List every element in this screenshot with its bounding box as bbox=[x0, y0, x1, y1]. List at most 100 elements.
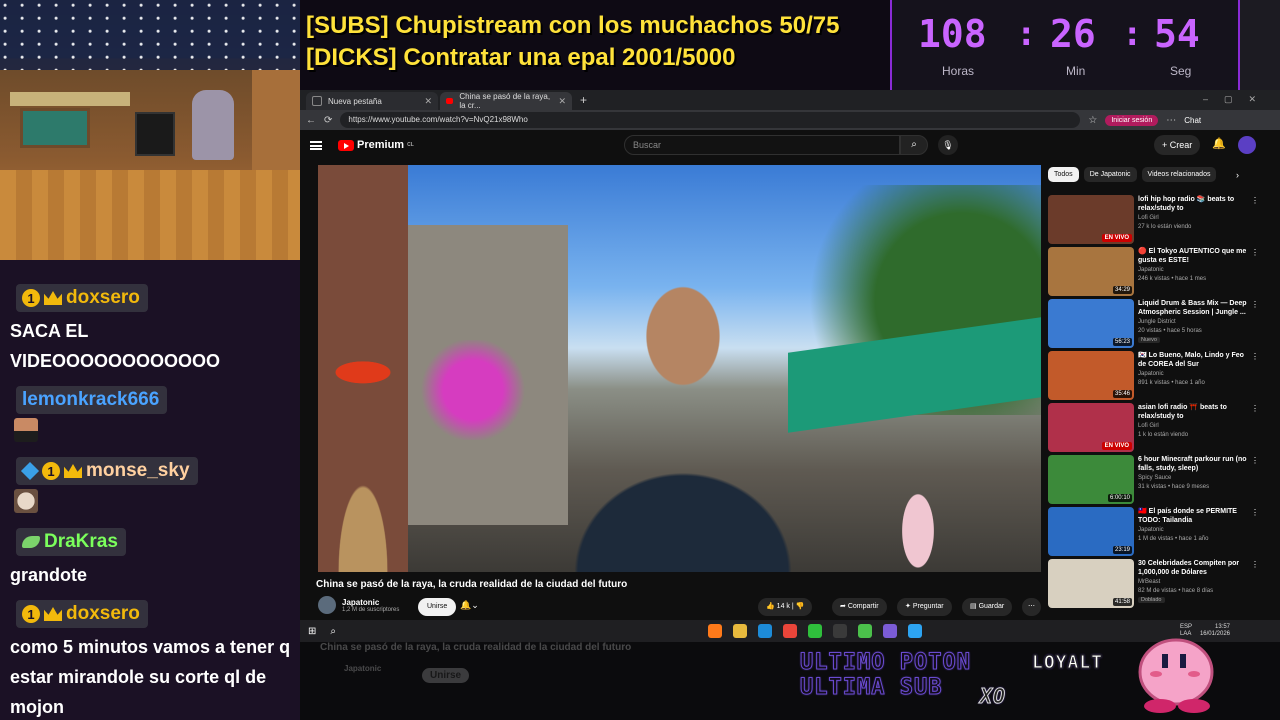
menu-icon[interactable]: ⋯ bbox=[1166, 115, 1176, 126]
video-player[interactable] bbox=[318, 165, 1041, 572]
tab-youtube[interactable]: China se pasó de la raya, la cr... ✕ bbox=[440, 92, 572, 110]
related-video-title[interactable]: Liquid Drum & Bass Mix — Deep Atmospheri… bbox=[1138, 299, 1248, 317]
related-video-item[interactable]: 41:58 30 Celebridades Compiten por 1,000,… bbox=[1048, 558, 1268, 610]
related-video-title[interactable]: 🇰🇷 Lo Bueno, Malo, Lindo y Feo de COREA … bbox=[1138, 351, 1248, 369]
related-video-item[interactable]: 23:19 🇹🇼 El país donde se PERMITE TODO: T… bbox=[1048, 506, 1268, 558]
youtube-icon bbox=[446, 98, 454, 104]
chat-username-pill[interactable]: 1 doxsero bbox=[16, 600, 148, 628]
copilot-chat-button[interactable]: Chat bbox=[1184, 116, 1201, 125]
tab-new[interactable]: Nueva pestaña ✕ bbox=[306, 92, 438, 110]
related-video-title[interactable]: 6 hour Minecraft parkour run (no falls, … bbox=[1138, 455, 1248, 473]
kirby-icon bbox=[1130, 630, 1222, 715]
related-video-title[interactable]: asian lofi radio ⛩️ beats to relax/study… bbox=[1138, 403, 1248, 421]
chip-channel[interactable]: De Japatonic bbox=[1083, 167, 1137, 182]
more-options-icon[interactable]: ⋯ bbox=[1022, 598, 1041, 616]
close-icon[interactable]: ✕ bbox=[558, 96, 566, 107]
file-explorer-icon[interactable] bbox=[733, 624, 747, 638]
chat-username-pill[interactable]: lemonkrack666 bbox=[16, 386, 168, 414]
search-icon[interactable]: ⌕ bbox=[900, 135, 928, 155]
windows-start-icon[interactable]: ⊞ bbox=[308, 626, 316, 637]
related-video-title[interactable]: 🔴 El Tokyo AUTENTICO que me gusta es EST… bbox=[1138, 247, 1248, 265]
video-thumbnail[interactable]: 56:23 bbox=[1048, 299, 1134, 348]
channel-info[interactable]: Japatonic 1,2 M de suscriptores bbox=[318, 596, 399, 614]
notifications-icon[interactable]: 🔔 bbox=[1212, 137, 1226, 150]
related-video-channel[interactable]: Lofi Girl bbox=[1138, 215, 1159, 221]
more-vert-icon[interactable]: ⋮ bbox=[1251, 300, 1259, 309]
related-video-title[interactable]: lofi hip hop radio 📚 beats to relax/stud… bbox=[1138, 195, 1248, 213]
related-video-channel[interactable]: MrBeast bbox=[1138, 579, 1160, 585]
related-video-channel[interactable]: Japatonic bbox=[1138, 527, 1164, 533]
related-video-item[interactable]: 34:29 🔴 El Tokyo AUTENTICO que me gusta e… bbox=[1048, 246, 1268, 298]
join-button[interactable]: Unirse bbox=[418, 598, 457, 616]
app-icon[interactable] bbox=[808, 624, 822, 638]
hamburger-icon[interactable] bbox=[310, 140, 322, 150]
chip-related[interactable]: Videos relacionados bbox=[1141, 167, 1217, 182]
channel-avatar[interactable] bbox=[318, 596, 336, 614]
related-video-channel[interactable]: Spicy Sauce bbox=[1138, 475, 1171, 481]
app-icon[interactable] bbox=[883, 624, 897, 638]
video-thumbnail[interactable]: 6:00:10 bbox=[1048, 455, 1134, 504]
sub-goal: [SUBS] Chupistream con los muchachos 50/… bbox=[306, 12, 840, 39]
app-icon[interactable] bbox=[908, 624, 922, 638]
more-vert-icon[interactable]: ⋮ bbox=[1251, 508, 1259, 517]
video-thumbnail[interactable]: EN VIVO bbox=[1048, 403, 1134, 452]
chrome-icon[interactable] bbox=[783, 624, 797, 638]
tv bbox=[135, 112, 175, 156]
subscription-bell-icon[interactable]: 🔔⌄ bbox=[460, 600, 479, 611]
related-video-meta: 891 k vistas • hace 1 año bbox=[1138, 380, 1205, 386]
reload-icon[interactable]: ⟳ bbox=[324, 115, 332, 126]
signin-button[interactable]: Iniciar sesión bbox=[1105, 114, 1159, 126]
chat-username-pill[interactable]: 1 monse_sky bbox=[16, 457, 198, 485]
related-video-item[interactable]: EN VIVO lofi hip hop radio 📚 beats to rel… bbox=[1048, 194, 1268, 246]
video-thumbnail[interactable]: 23:19 bbox=[1048, 507, 1134, 556]
related-video-channel[interactable]: Lofi Girl bbox=[1138, 423, 1159, 429]
more-vert-icon[interactable]: ⋮ bbox=[1251, 404, 1259, 413]
share-button[interactable]: ➦ Compartir bbox=[832, 598, 887, 616]
chevron-right-icon[interactable]: › bbox=[1236, 170, 1239, 180]
channel-name[interactable]: Japatonic bbox=[342, 598, 399, 607]
app-icon[interactable] bbox=[858, 624, 872, 638]
more-vert-icon[interactable]: ⋮ bbox=[1251, 352, 1259, 361]
related-video-title[interactable]: 🇹🇼 El país donde se PERMITE TODO: Tailan… bbox=[1138, 507, 1248, 525]
chat-username-pill[interactable]: DraKras bbox=[16, 528, 126, 556]
related-video-item[interactable]: 56:23 Liquid Drum & Bass Mix — Deep Atmos… bbox=[1048, 298, 1268, 350]
chip-all[interactable]: Todos bbox=[1048, 167, 1079, 182]
related-video-channel[interactable]: Japatonic bbox=[1138, 371, 1164, 377]
more-vert-icon[interactable]: ⋮ bbox=[1251, 560, 1259, 569]
like-count: 14 k bbox=[776, 603, 790, 610]
more-vert-icon[interactable]: ⋮ bbox=[1251, 456, 1259, 465]
more-vert-icon[interactable]: ⋮ bbox=[1251, 248, 1259, 257]
app-icon[interactable] bbox=[833, 624, 847, 638]
related-video-item[interactable]: EN VIVO asian lofi radio ⛩️ beats to rela… bbox=[1048, 402, 1268, 454]
aquarium bbox=[20, 108, 90, 148]
avatar[interactable] bbox=[1238, 136, 1256, 154]
youtube-logo[interactable]: Premium CL bbox=[338, 139, 414, 151]
save-button[interactable]: ▤ Guardar bbox=[962, 598, 1013, 616]
more-vert-icon[interactable]: ⋮ bbox=[1251, 196, 1259, 205]
close-icon[interactable]: ✕ bbox=[424, 96, 432, 107]
new-tab-button[interactable]: + bbox=[580, 93, 587, 107]
create-button[interactable]: + Crear bbox=[1154, 135, 1201, 155]
firefox-icon[interactable] bbox=[708, 624, 722, 638]
like-button[interactable]: 👍 14 k | 👎 bbox=[758, 598, 813, 616]
search-input[interactable]: Buscar bbox=[624, 135, 900, 155]
video-thumbnail[interactable]: EN VIVO bbox=[1048, 195, 1134, 244]
extensions-icon[interactable]: ☆ bbox=[1088, 115, 1097, 126]
microphone-icon[interactable]: 🎙 bbox=[938, 135, 958, 155]
related-video-channel[interactable]: Jungle District bbox=[1138, 319, 1176, 325]
window-controls[interactable]: –▢✕ bbox=[1203, 94, 1272, 105]
chat-username-pill[interactable]: 1 doxsero bbox=[16, 284, 148, 312]
video-thumbnail[interactable]: 35:46 bbox=[1048, 351, 1134, 400]
related-video-title[interactable]: 30 Celebridades Compiten por 1,000,000 d… bbox=[1138, 559, 1248, 577]
bits-goal: [DICKS] Contratar una epal 2001/5000 bbox=[306, 44, 736, 71]
video-thumbnail[interactable]: 41:58 bbox=[1048, 559, 1134, 608]
back-icon[interactable]: ← bbox=[306, 115, 316, 126]
edge-icon[interactable] bbox=[758, 624, 772, 638]
ask-button[interactable]: ✦ Preguntar bbox=[897, 598, 952, 616]
related-video-item[interactable]: 6:00:10 6 hour Minecraft parkour run (no … bbox=[1048, 454, 1268, 506]
url-field[interactable]: https://www.youtube.com/watch?v=NvQ21x98… bbox=[340, 112, 1081, 128]
video-thumbnail[interactable]: 34:29 bbox=[1048, 247, 1134, 296]
related-video-item[interactable]: 35:46 🇰🇷 Lo Bueno, Malo, Lindo y Feo de C… bbox=[1048, 350, 1268, 402]
search-icon[interactable]: ⌕ bbox=[330, 626, 336, 637]
related-video-channel[interactable]: Japatonic bbox=[1138, 267, 1164, 273]
